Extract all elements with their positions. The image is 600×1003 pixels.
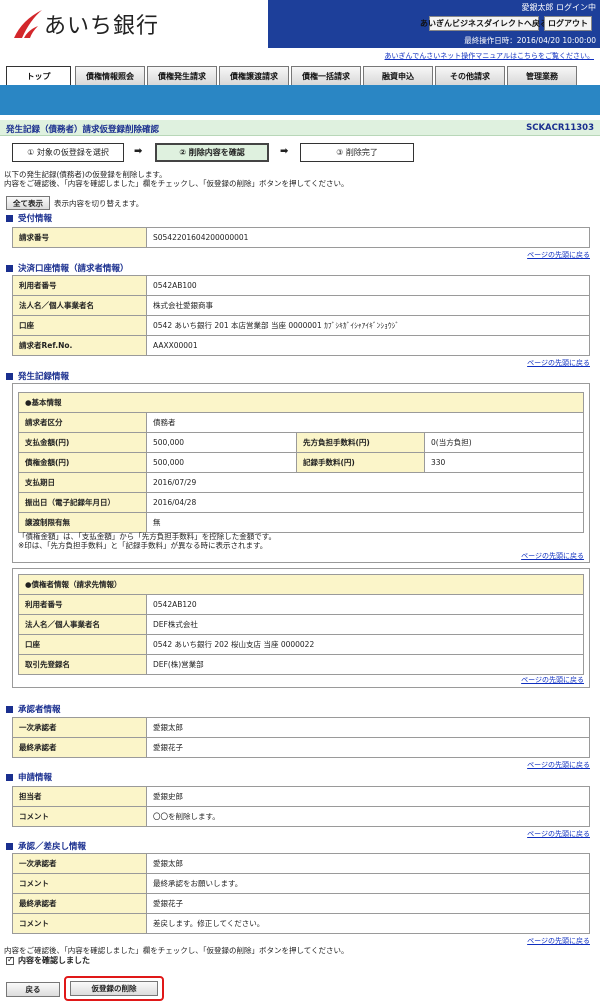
section-reception: 受付情報 [6, 212, 52, 224]
section-square-icon [6, 264, 13, 272]
table-row: 振出日（電子記録年月日） 2016/04/28 [18, 492, 584, 513]
back-to-top-link[interactable]: ページの先頭に戻る [521, 675, 584, 685]
table-row: コメント 差戻します。修正してください。 [12, 913, 590, 934]
tab-claim-inquiry[interactable]: 債権情報照会 [75, 66, 145, 85]
account-table: 利用者番号 0542AB100 法人名／個人事業者名 株式会社愛銀商事 口座 0542… [12, 275, 590, 356]
section-application: 申請情報 [6, 771, 52, 783]
step-select: ① 対象の仮登録を選択 [12, 143, 124, 162]
table-row: 支払期日 2016/07/29 [18, 472, 584, 493]
table-row: 最終承認者 愛銀花子 [12, 893, 590, 914]
footer-instruction: 内容をご確認後、「内容を確認しました」欄をチェックし、「仮登録の削除」ボタンを押… [4, 946, 349, 955]
table-row: 一次承認者 愛銀太郎 [12, 853, 590, 874]
header-panel: 愛銀太郎 ログイン中 あいぎんビジネスダイレクトへ戻る ログアウト 最終操作日時… [268, 0, 600, 48]
page-title: 発生記録（債務者）請求仮登録削除確認 [6, 125, 160, 135]
application-table: 担当者 愛銀史郎 コメント 〇〇を削除します。 [12, 786, 590, 827]
confirm-checkbox[interactable]: 内容を確認しました [6, 955, 90, 966]
tab-management[interactable]: 管理業務 [507, 66, 577, 85]
bank-logo-mark-icon [14, 10, 42, 38]
table-row: 法人名／個人事業者名 DEF株式会社 [18, 614, 584, 635]
table-row: 譲渡制限有無無 [18, 512, 584, 533]
table-row: コメント 最終承認をお願いします。 [12, 873, 590, 894]
tab-other-requests[interactable]: その他請求 [435, 66, 505, 85]
table-row: 最終承認者 愛銀花子 [12, 737, 590, 758]
back-to-top-link[interactable]: ページの先頭に戻る [527, 250, 590, 260]
table-row: 支払金額(円) 500,000 先方負担手数料(円) 0(当方負担) [18, 432, 584, 453]
instruction-text: 内容をご確認後、「内容を確認しました」欄をチェックし、「仮登録の削除」ボタンを押… [4, 179, 349, 188]
sub-nav-band [0, 85, 600, 115]
table-row: 担当者 愛銀史郎 [12, 786, 590, 807]
section-square-icon [6, 773, 13, 781]
step-arrow-icon: ➡ [134, 146, 143, 157]
table-row: 利用者番号 0542AB120 [18, 594, 584, 615]
reception-table: 請求番号 S0542201604200000001 [12, 227, 590, 248]
section-square-icon [6, 214, 13, 222]
return-direct-button[interactable]: あいぎんビジネスダイレクトへ戻る [420, 16, 548, 31]
table-row: 請求者区分 債務者 [18, 412, 584, 433]
back-to-top-link[interactable]: ページの先頭に戻る [521, 551, 584, 561]
step-complete: ③ 削除完了 [300, 143, 414, 162]
bank-logo: あいち銀行 [8, 6, 168, 42]
delete-provisional-button[interactable]: 仮登録の削除 [70, 981, 158, 996]
back-button[interactable]: 戻る [6, 982, 60, 997]
table-row: 取引先登録名 DEF(株)営業部 [18, 654, 584, 675]
logout-button[interactable]: ログアウト [544, 16, 592, 31]
tab-top[interactable]: トップ [6, 66, 71, 85]
last-operation-time: 最終操作日時：2016/04/20 10:00:00 [464, 36, 596, 45]
section-square-icon [6, 842, 13, 850]
title-bar: 発生記録（債務者）請求仮登録削除確認 SCKACR11303 [0, 120, 600, 136]
section-record: 発生記録情報 [6, 370, 69, 382]
show-all-note: 表示内容を切り替えます。 [54, 199, 144, 208]
back-to-top-link[interactable]: ページの先頭に戻る [527, 936, 590, 946]
step-arrow-icon: ➡ [280, 146, 289, 157]
confirm-label: 内容を確認しました [18, 956, 90, 965]
basic-info-table: ●基本情報 請求者区分 債務者 支払金額(円) 500,000 先方負担手数料(円) 0… [18, 392, 584, 533]
tab-claim-transfer[interactable]: 債権譲渡請求 [219, 66, 289, 85]
table-row: 一次承認者 愛銀太郎 [12, 717, 590, 738]
back-to-top-link[interactable]: ページの先頭に戻る [527, 358, 590, 368]
table-row: 請求者Ref.No. AAXX00001 [12, 335, 590, 356]
bank-name: あいち銀行 [44, 14, 160, 39]
basic-note: 「債権金額」は、「支払金額」から「先方負担手数料」を控除した金額です。 [18, 532, 276, 541]
back-to-top-link[interactable]: ページの先頭に戻る [527, 760, 590, 770]
screen-id: SCKACR11303 [526, 123, 594, 133]
table-row: ●基本情報 [18, 392, 584, 413]
manual-link[interactable]: あいぎんでんさいネット操作マニュアルはこちらをご覧ください。 [385, 51, 594, 61]
table-row: 口座 0542 あいち銀行 201 本店営業部 当座 0000001 ｶﾌﾞｼｷｶ… [12, 315, 590, 336]
section-square-icon [6, 705, 13, 713]
step-confirm: ② 削除内容を確認 [155, 143, 269, 162]
instruction-text: 以下の発生記録(債務者)の仮登録を削除します。 [4, 170, 167, 179]
table-row: 債権金額(円) 500,000 記録手数料(円) 330 [18, 452, 584, 473]
tab-financing[interactable]: 融資申込 [363, 66, 433, 85]
creditor-info-table: ●債権者情報（請求先情報） 利用者番号 0542AB120 法人名／個人事業者名 D… [18, 574, 584, 675]
table-row: 請求番号 S0542201604200000001 [12, 227, 590, 248]
section-square-icon [6, 372, 13, 380]
login-status: 愛銀太郎 ログイン中 [521, 3, 596, 12]
section-approval: 承認／差戻し情報 [6, 840, 86, 852]
checkbox-checked-icon[interactable] [6, 955, 14, 965]
table-row: コメント 〇〇を削除します。 [12, 806, 590, 827]
back-to-top-link[interactable]: ページの先頭に戻る [527, 829, 590, 839]
header: あいち銀行 愛銀太郎 ログイン中 あいぎんビジネスダイレクトへ戻る ログアウト … [0, 0, 600, 50]
approval-table: 一次承認者 愛銀太郎 コメント 最終承認をお願いします。 最終承認者 愛銀花子 コメン… [12, 853, 590, 934]
tab-claim-bulk[interactable]: 債権一括請求 [291, 66, 361, 85]
approver-table: 一次承認者 愛銀太郎 最終承認者 愛銀花子 [12, 717, 590, 758]
basic-note: ※印は、「先方負担手数料」と「記録手数料」が異なる時に表示されます。 [18, 541, 268, 550]
table-row: ●債権者情報（請求先情報） [18, 574, 584, 595]
table-row: 利用者番号 0542AB100 [12, 275, 590, 296]
section-account: 決済口座情報（請求者情報） [6, 262, 129, 274]
tab-claim-issue[interactable]: 債権発生請求 [147, 66, 217, 85]
show-all-button[interactable]: 全て表示 [6, 196, 50, 210]
table-row: 口座 0542 あいち銀行 202 桜山支店 当座 0000022 [18, 634, 584, 655]
table-row: 法人名／個人事業者名 株式会社愛銀商事 [12, 295, 590, 316]
section-approver: 承認者情報 [6, 703, 61, 715]
main-nav: トップ 債権情報照会 債権発生請求 債権譲渡請求 債権一括請求 融資申込 その他… [6, 66, 594, 85]
